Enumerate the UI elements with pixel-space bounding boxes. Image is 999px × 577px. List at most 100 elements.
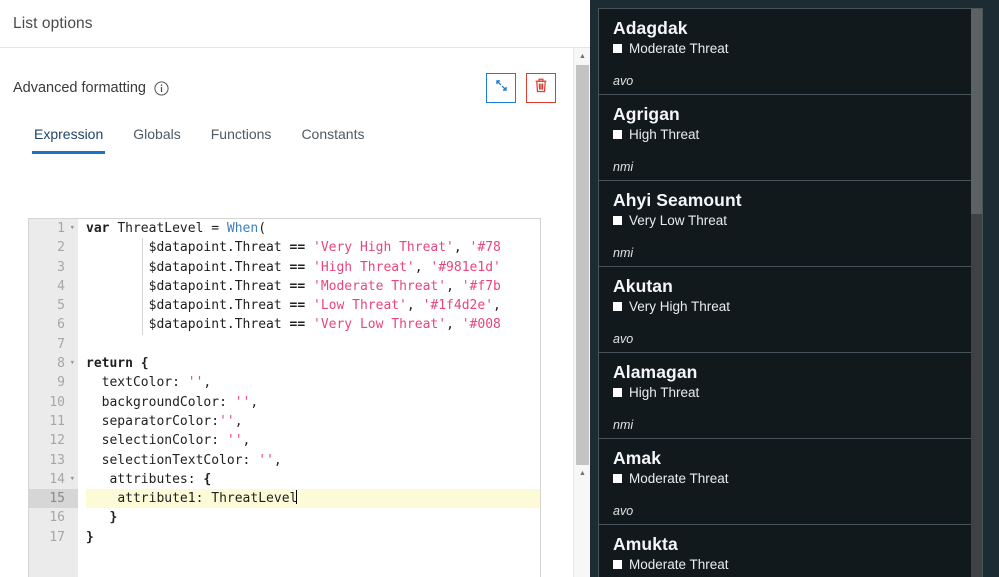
list-item-meta: avo (613, 332, 634, 346)
gutter-line-15: 15 (29, 489, 78, 509)
code-line-4: $datapoint.Threat == 'Moderate Threat', … (148, 278, 501, 294)
threat-label: Very High Threat (629, 299, 731, 314)
advanced-formatting-actions (486, 73, 578, 103)
list-scrollbar-thumb[interactable] (971, 9, 982, 214)
app-root: List options Advanced formatting Express… (0, 0, 999, 577)
gutter-line-2: 2 (57, 240, 65, 256)
gutter-line-10: 10 (49, 394, 65, 410)
editor-tabs: Expression Globals Functions Constants (0, 110, 590, 155)
code-editor[interactable]: 1 ▾ 2 3 4 5 6 7 8 ▾ 9 10 11 12 13 14 ▾ 15 16 17 var ThreatL… (28, 218, 541, 577)
gutter-line-4: 4 (57, 278, 65, 294)
code-line-6: $datapoint.Threat == 'Very Low Threat', … (148, 317, 501, 333)
list-item-meta: avo (613, 504, 634, 518)
threat-swatch-icon (613, 130, 622, 139)
code-line-14: attributes: { (109, 471, 212, 487)
list-item[interactable]: Ahyi Seamount Very Low Threat nmi (599, 181, 982, 267)
list-item-title: Adagdak (613, 18, 688, 38)
code-line-9: textColor: '', (101, 375, 212, 391)
gutter-line-14: 14 ▾ (29, 470, 78, 489)
threat-swatch-icon (613, 388, 622, 397)
threat-label: Moderate Threat (629, 471, 729, 486)
list-item[interactable]: Alamagan High Threat nmi (599, 353, 982, 439)
list-item-meta: avo (613, 74, 634, 88)
code-line-10: backgroundColor: '', (101, 394, 259, 410)
threat-label: Moderate Threat (629, 41, 729, 56)
code-line-11: separatorColor:'', (101, 413, 243, 429)
threat-label: Very Low Threat (629, 213, 728, 228)
list-preview-panel: Adagdak Moderate Threat avo Agrigan High Thr… (590, 0, 999, 577)
threat-label: High Threat (629, 127, 700, 142)
list-item-threat: Very High Threat (613, 299, 970, 314)
trash-icon (533, 77, 549, 99)
list-item[interactable]: Akutan Very High Threat avo (599, 267, 982, 353)
list-item[interactable]: Agrigan High Threat nmi (599, 95, 982, 181)
fold-toggle-icon[interactable]: ▾ (70, 354, 75, 373)
gutter-line-7: 7 (57, 336, 65, 352)
list-item[interactable]: Amak Moderate Threat avo (599, 439, 982, 525)
threat-label: Moderate Threat (629, 557, 729, 572)
gutter-line-8: 8 ▾ (29, 354, 78, 373)
list-item-title: Alamagan (613, 362, 698, 382)
page-title: List options (13, 14, 93, 32)
list-vertical-scrollbar[interactable] (971, 9, 982, 577)
list-item-title: Akutan (613, 276, 673, 296)
advanced-formatting-row: Advanced formatting (0, 48, 590, 110)
tab-globals[interactable]: Globals (131, 122, 182, 154)
code-line-17: } (86, 529, 94, 545)
list-scrollbar-track[interactable] (971, 214, 982, 577)
scrollbar-thumb[interactable] (576, 65, 589, 465)
text-caret (296, 490, 298, 505)
threat-swatch-icon (613, 216, 622, 225)
list-item-title: Ahyi Seamount (613, 190, 742, 210)
threat-list[interactable]: Adagdak Moderate Threat avo Agrigan High Thr… (598, 8, 983, 577)
code-line-13: selectionTextColor: '', (101, 452, 282, 468)
list-item-meta: nmi (613, 246, 634, 260)
gutter-line-6: 6 (57, 317, 65, 333)
gutter-line-13: 13 (49, 452, 65, 468)
gutter-line-17: 17 (49, 529, 65, 545)
advanced-formatting-label: Advanced formatting (13, 80, 146, 96)
threat-swatch-icon (613, 474, 622, 483)
gutter-line-1: 1 ▾ (29, 219, 78, 238)
list-item-threat: High Threat (613, 127, 970, 142)
list-item-title: Agrigan (613, 104, 680, 124)
list-item[interactable]: Adagdak Moderate Threat avo (599, 9, 982, 95)
panel-header: List options (0, 0, 590, 48)
list-item-threat: Moderate Threat (613, 471, 970, 486)
code-line-1: var ThreatLevel = When( (86, 221, 267, 236)
list-item-threat: High Threat (613, 385, 970, 400)
list-item[interactable]: Amukta Moderate Threat (599, 525, 982, 577)
threat-swatch-icon (613, 560, 622, 569)
tab-expression[interactable]: Expression (32, 122, 106, 154)
delete-expression-button[interactable] (526, 73, 556, 103)
list-item-threat: Moderate Threat (613, 557, 970, 572)
code-line-5: $datapoint.Threat == 'Low Threat', '#1f4… (148, 298, 501, 314)
editor-code-area[interactable]: var ThreatLevel = When( $datapoint.Threa… (78, 219, 540, 577)
gutter-line-11: 11 (49, 413, 65, 429)
threat-swatch-icon (613, 302, 622, 311)
fold-toggle-icon[interactable]: ▾ (70, 470, 75, 489)
fold-toggle-icon[interactable]: ▾ (70, 219, 75, 238)
tab-constants[interactable]: Constants (299, 122, 366, 154)
list-item-threat: Very Low Threat (613, 213, 970, 228)
list-item-meta: nmi (613, 160, 634, 174)
gutter-line-9: 9 (57, 375, 65, 391)
threat-label: High Threat (629, 385, 700, 400)
scroll-up-arrow-icon[interactable]: ▲ (574, 48, 591, 65)
list-options-panel: List options Advanced formatting Express… (0, 0, 590, 577)
code-line-8: return { (86, 356, 149, 372)
scroll-down-arrow-icon[interactable]: ▲ (574, 465, 591, 482)
list-item-meta: nmi (613, 418, 634, 432)
list-item-threat: Moderate Threat (613, 41, 970, 56)
expand-editor-button[interactable] (486, 73, 516, 103)
panel-body: Advanced formatting Expression Globals F… (0, 48, 590, 577)
info-icon[interactable] (154, 80, 169, 96)
expand-arrows-icon (493, 77, 510, 99)
gutter-line-12: 12 (49, 433, 65, 449)
code-line-15: attribute1: ThreatLevel (86, 489, 540, 509)
tab-functions[interactable]: Functions (209, 122, 274, 154)
panel-vertical-scrollbar[interactable]: ▲ ▲ (573, 48, 590, 577)
code-line-2: $datapoint.Threat == 'Very High Threat',… (148, 240, 501, 256)
gutter-line-5: 5 (57, 298, 65, 314)
